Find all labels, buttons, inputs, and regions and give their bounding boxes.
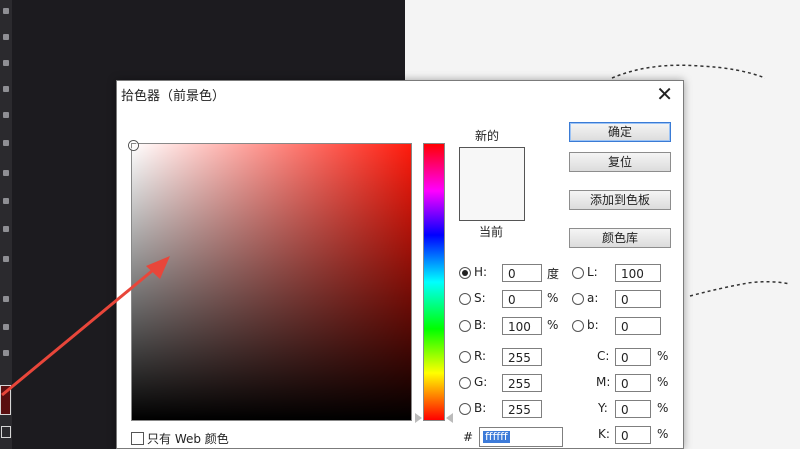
- blue-field[interactable]: 255: [502, 400, 542, 418]
- hue-unit: 度: [547, 267, 560, 281]
- web-colors-only-checkbox[interactable]: [131, 432, 144, 445]
- saturation-brightness-field[interactable]: [131, 143, 412, 421]
- color-preview-swatch: [459, 147, 525, 221]
- hex-value: ffffff: [483, 430, 510, 443]
- lab-b-radio[interactable]: [572, 320, 584, 332]
- dialog-title: 拾色器（前景色）: [121, 89, 226, 104]
- lab-a-label: a:: [587, 291, 599, 305]
- yellow-unit: %: [657, 401, 669, 415]
- brightness-unit: %: [547, 318, 559, 332]
- hue-label: H:: [474, 265, 488, 279]
- new-color-label: 新的: [475, 129, 500, 143]
- hue-slider-right-handle[interactable]: [446, 413, 453, 423]
- hue-field[interactable]: 0: [502, 264, 542, 282]
- brightness-radio[interactable]: [459, 320, 471, 332]
- green-radio[interactable]: [459, 377, 471, 389]
- lightness-label: L:: [587, 265, 598, 279]
- yellow-field[interactable]: 0: [615, 400, 651, 418]
- lab-b-field[interactable]: 0: [615, 317, 661, 335]
- blue-radio[interactable]: [459, 403, 471, 415]
- current-color-label: 当前: [479, 225, 504, 239]
- yellow-label: Y:: [598, 401, 608, 415]
- close-icon[interactable]: ✕: [656, 82, 673, 106]
- red-radio[interactable]: [459, 351, 471, 363]
- cyan-field[interactable]: 0: [615, 348, 651, 366]
- hue-slider-left-handle[interactable]: [415, 413, 422, 423]
- saturation-field[interactable]: 0: [502, 290, 542, 308]
- add-to-swatches-button[interactable]: 添加到色板: [569, 190, 671, 210]
- lab-a-field[interactable]: 0: [615, 290, 661, 308]
- color-picker-dialog: 拾色器（前景色） ✕ 新的 当前 确定 复位 添加到色板 颜色库 H: 0 度 …: [116, 80, 684, 449]
- magenta-label: M:: [596, 375, 611, 389]
- color-libraries-button[interactable]: 颜色库: [569, 228, 671, 248]
- black-unit: %: [657, 427, 669, 441]
- magenta-field[interactable]: 0: [615, 374, 651, 392]
- cyan-unit: %: [657, 349, 669, 363]
- black-field[interactable]: 0: [615, 426, 651, 444]
- saturation-radio[interactable]: [459, 293, 471, 305]
- hex-label: #: [463, 430, 474, 444]
- cyan-label: C:: [597, 349, 610, 363]
- ok-button[interactable]: 确定: [569, 122, 671, 142]
- saturation-label: S:: [474, 291, 486, 305]
- hex-input[interactable]: ffffff: [479, 427, 563, 447]
- hue-slider[interactable]: [423, 143, 445, 421]
- lightness-radio[interactable]: [572, 267, 584, 279]
- reset-button[interactable]: 复位: [569, 152, 671, 172]
- green-field[interactable]: 255: [502, 374, 542, 392]
- green-label: G:: [474, 375, 488, 389]
- red-label: R:: [474, 349, 487, 363]
- red-field[interactable]: 255: [502, 348, 542, 366]
- brightness-label: B:: [474, 318, 487, 332]
- color-field-marker[interactable]: [129, 141, 138, 150]
- hue-radio[interactable]: [459, 267, 471, 279]
- black-label: K:: [598, 427, 610, 441]
- brightness-field[interactable]: 100: [502, 317, 542, 335]
- magenta-unit: %: [657, 375, 669, 389]
- blue-label: B:: [474, 401, 487, 415]
- lab-b-label: b:: [587, 318, 599, 332]
- lightness-field[interactable]: 100: [615, 264, 661, 282]
- saturation-unit: %: [547, 291, 559, 305]
- web-colors-only-label: 只有 Web 颜色: [147, 432, 229, 446]
- lab-a-radio[interactable]: [572, 293, 584, 305]
